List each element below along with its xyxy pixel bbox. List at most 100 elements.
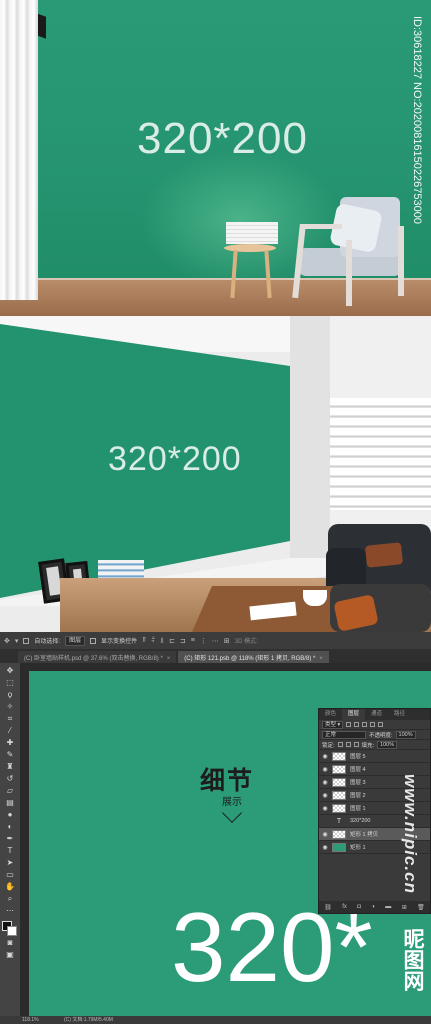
auto-select-dropdown[interactable]: 图层 <box>65 635 86 646</box>
tab-channels[interactable]: 通道 <box>365 709 388 720</box>
dodge-tool-icon[interactable]: ◐ <box>3 821 17 833</box>
adjustment-icon[interactable]: ◑ <box>371 904 375 910</box>
show-transform-checkbox[interactable] <box>90 637 97 644</box>
document-info: (C) 文档:1.79M/5.40M <box>63 1017 113 1023</box>
visibility-eye-icon[interactable]: ◉ <box>321 766 329 773</box>
filter-pixel-icon[interactable] <box>346 722 352 727</box>
color-swatches[interactable] <box>2 921 18 937</box>
visibility-eye-icon[interactable]: ◉ <box>321 753 329 760</box>
tab-paths[interactable]: 路径 <box>388 709 411 720</box>
tab-layers[interactable]: 图层 <box>342 709 366 720</box>
lock-all-icon[interactable] <box>353 742 359 747</box>
folder-icon[interactable]: ▬ <box>385 904 391 910</box>
layer-thumbnail <box>332 790 346 800</box>
watermark-id: ID:30618227 NO:20200816150226753000 <box>411 16 423 224</box>
lock-label: 锁定: <box>322 742 335 749</box>
filter-smart-icon[interactable] <box>378 722 384 727</box>
pen-tool-icon[interactable]: ✒ <box>3 833 17 845</box>
opacity-field[interactable]: 100% <box>395 730 416 739</box>
close-icon[interactable]: × <box>167 656 171 662</box>
layer-thumbnail <box>332 764 346 774</box>
move-tool-icon[interactable]: ✥ <box>3 665 17 677</box>
align-center-icon[interactable]: ⊐ <box>180 637 186 645</box>
gradient-tool-icon[interactable]: ▤ <box>3 797 17 809</box>
coffee-cup <box>303 590 327 606</box>
auto-align-icon[interactable]: ⊞ <box>224 637 230 645</box>
history-brush-icon[interactable]: ↺ <box>3 773 17 785</box>
options-bar: ✥ ▾ 自动选择: 图层 显示变换控件 ⫪ ⫩ ⫫ ⊏ ⊐ ≡ ⋮ ⋯ ⊞ 3D… <box>0 632 431 649</box>
layer-name: 图层 2 <box>350 793 366 799</box>
distribute-icon[interactable]: ⋯ <box>212 637 219 645</box>
path-select-icon[interactable]: ➤ <box>3 857 17 869</box>
wall-size-label: 320*200 <box>137 114 308 163</box>
magic-wand-icon[interactable]: ✧ <box>3 701 17 713</box>
align-bottom-icon[interactable]: ⫫ <box>160 637 164 645</box>
align-middle-icon[interactable]: ⫩ <box>151 637 155 645</box>
lasso-tool-icon[interactable]: ϙ <box>3 689 17 701</box>
eyedropper-icon[interactable]: ⁄ <box>3 725 17 737</box>
filter-adjust-icon[interactable] <box>354 722 360 727</box>
opacity-label: 不透明度: <box>369 732 393 739</box>
panel-tabs: 颜色 图层 通道 路径 <box>319 709 430 720</box>
marquee-tool-icon[interactable]: ⬚ <box>3 677 17 689</box>
curtain <box>0 0 38 300</box>
crop-tool-icon[interactable]: ⌗ <box>3 713 17 725</box>
side-wall <box>290 316 330 596</box>
document-tabs: (C) 卧室墙贴样机.psd @ 37.6% (双击替换, RGB/8) * × … <box>0 649 431 663</box>
show-transform-label: 显示变换控件 <box>101 639 138 645</box>
layer-thumbnail <box>332 829 346 839</box>
new-layer-icon[interactable]: ⊞ <box>402 904 407 911</box>
clone-stamp-icon[interactable]: ♜ <box>3 761 17 773</box>
auto-select-checkbox[interactable] <box>23 637 30 644</box>
mask-icon[interactable]: ◘ <box>357 904 361 910</box>
visibility-eye-icon[interactable]: ◉ <box>321 805 329 812</box>
filter-type-icon[interactable] <box>362 722 368 727</box>
filter-label: 类型 <box>325 721 337 728</box>
blur-tool-icon[interactable]: ● <box>3 809 17 821</box>
eraser-icon[interactable]: ▱ <box>3 785 17 797</box>
fill-field[interactable]: 100% <box>377 740 398 749</box>
screen-mode-icon[interactable]: ▣ <box>3 949 17 961</box>
tab-color[interactable]: 颜色 <box>319 709 342 720</box>
rectangle-tool-icon[interactable]: ▭ <box>3 869 17 881</box>
fx-icon[interactable]: fx <box>342 904 347 910</box>
lock-position-icon[interactable] <box>345 742 351 747</box>
book-stack <box>98 560 144 578</box>
layer-name: 图层 3 <box>350 780 366 786</box>
layer-name: 图层 1 <box>350 806 366 812</box>
layer-name: 图层 5 <box>350 754 366 760</box>
zoom-tool-icon[interactable]: ⌕ <box>3 893 17 905</box>
blend-mode-dropdown[interactable]: 正常 <box>322 730 366 739</box>
brush-tool-icon[interactable]: ✎ <box>3 749 17 761</box>
lock-pixels-icon[interactable] <box>337 742 343 747</box>
visibility-eye-icon[interactable]: ◉ <box>321 844 329 851</box>
wall-size-label: 320*200 <box>108 440 242 478</box>
link-icon[interactable]: ⛓ <box>324 904 332 911</box>
zoom-level[interactable]: 118.1% <box>22 1017 39 1023</box>
close-icon[interactable]: × <box>319 656 323 662</box>
type-tool-icon[interactable]: T <box>3 845 17 857</box>
move-tool-icon[interactable]: ✥ <box>4 637 10 645</box>
tab-document-2[interactable]: (C) 矩形 121.psb @ 118% (矩形 1 拷贝, RGB/8) *… <box>178 651 329 663</box>
distribute-icon[interactable]: ≡ <box>191 637 195 644</box>
visibility-eye-icon[interactable]: ◉ <box>321 779 329 786</box>
visibility-eye-icon[interactable]: ◉ <box>321 792 329 799</box>
quick-mask-icon[interactable]: ◙ <box>3 937 17 949</box>
tools-panel: ✥ ⬚ ϙ ✧ ⌗ ⁄ ✚ ✎ ♜ ↺ ▱ ▤ ● ◐ ✒ T ➤ ▭ ✋ ⌕ … <box>0 663 20 1016</box>
more-tools-icon[interactable]: ⋯ <box>3 905 17 917</box>
align-top-icon[interactable]: ⫪ <box>142 637 146 645</box>
align-left-icon[interactable]: ⊏ <box>169 637 175 645</box>
distribute-icon[interactable]: ⋮ <box>200 637 207 645</box>
auto-select-label: 自动选择: <box>34 639 61 645</box>
layer-row[interactable]: ◉ 图层 5 <box>319 750 430 763</box>
photoshop-window: ✥ ▾ 自动选择: 图层 显示变换控件 ⫪ ⫩ ⫫ ⊏ ⊐ ≡ ⋮ ⋯ ⊞ 3D… <box>0 632 431 1024</box>
trash-icon[interactable]: 🗑 <box>417 904 425 911</box>
hand-tool-icon[interactable]: ✋ <box>3 881 17 893</box>
tab-document-1[interactable]: (C) 卧室墙贴样机.psd @ 37.6% (双击替换, RGB/8) * × <box>18 651 177 663</box>
layer-filter-dropdown[interactable]: 类型 ▾ <box>322 720 344 729</box>
visibility-eye-icon[interactable]: ◉ <box>321 831 329 838</box>
chevron-down-icon[interactable]: ▾ <box>15 637 19 645</box>
background-color[interactable] <box>7 926 17 936</box>
filter-shape-icon[interactable] <box>370 722 376 727</box>
healing-brush-icon[interactable]: ✚ <box>3 737 17 749</box>
